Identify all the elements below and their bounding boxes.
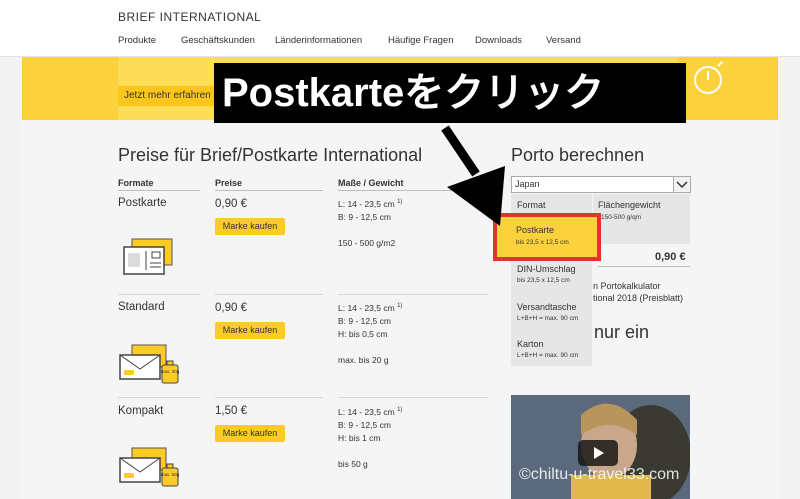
preisblatt-link[interactable]: tional 2018 (Preisblatt) bbox=[593, 293, 683, 303]
dropdown-item-karton-sub: L+B+H = max. 90 cm bbox=[517, 352, 579, 359]
prices-title: Preise für Brief/Postkarte International bbox=[118, 145, 423, 165]
price-postkarte: 0,90 € bbox=[215, 198, 247, 210]
dim-line: B: 9 - 12,5 cm bbox=[338, 315, 391, 326]
letter-weight-icon: max. 20g bbox=[119, 344, 180, 384]
dim-line: L: 14 - 23,5 cm bbox=[338, 198, 395, 209]
stopwatch-icon bbox=[694, 61, 723, 94]
dim-line: B: 9 - 12,5 cm bbox=[338, 211, 391, 222]
nav-laenderinformationen[interactable]: Länderinformationen bbox=[275, 35, 362, 46]
dims-postkarte: L: 14 - 23,5 cm 1) B: 9 - 12,5 cm 150 - … bbox=[338, 196, 402, 250]
format-kompakt: Kompakt bbox=[118, 405, 164, 417]
annotation-label: Postkarteをクリック bbox=[214, 63, 686, 123]
dim-line: max. bis 20 g bbox=[338, 354, 389, 365]
dropdown-item-versandtasche-sub: L+B+H = max. 90 cm bbox=[517, 315, 579, 322]
buy-button-postkarte[interactable]: Marke kaufen bbox=[215, 218, 285, 235]
format-standard: Standard bbox=[118, 301, 165, 313]
portokalkulator-link[interactable]: n Portokalkulator bbox=[593, 281, 661, 291]
footnote-mark: 1) bbox=[397, 199, 403, 205]
buy-button-standard[interactable]: Marke kaufen bbox=[215, 322, 285, 339]
dim-line: 150 - 500 g/m2 bbox=[338, 237, 396, 248]
dims-kompakt: L: 14 - 23,5 cm 1) B: 9 - 12,5 cm H: bis… bbox=[338, 404, 402, 471]
porto-title: Porto berechnen bbox=[511, 145, 645, 165]
postcard-icon bbox=[123, 238, 173, 275]
nav-downloads[interactable]: Downloads bbox=[475, 35, 522, 46]
weight-badge-20g: max. 20g bbox=[161, 369, 180, 374]
format-postkarte: Postkarte bbox=[118, 197, 167, 209]
brand-title[interactable]: BRIEF INTERNATIONAL bbox=[118, 10, 261, 24]
dims-standard: L: 14 - 23,5 cm 1) B: 9 - 12,5 cm H: bis… bbox=[338, 300, 402, 367]
row-divider bbox=[215, 294, 323, 295]
dropdown-item-din-umschlag[interactable]: DIN-Umschlag bbox=[517, 264, 576, 274]
porto-total: 0,90 € bbox=[655, 251, 686, 263]
dim-spacer bbox=[338, 224, 402, 237]
dim-line: L: 14 - 23,5 cm bbox=[338, 302, 395, 313]
price-standard: 0,90 € bbox=[215, 302, 247, 314]
site-header: BRIEF INTERNATIONAL Produkte Geschäftsku… bbox=[0, 0, 800, 57]
dropdown-item-format[interactable]: Format bbox=[517, 200, 546, 210]
dim-line: H: bis 1 cm bbox=[338, 432, 381, 443]
nav-haeufige-fragen[interactable]: Häufige Fragen bbox=[388, 35, 453, 46]
column-header-preise: Preise bbox=[215, 178, 243, 188]
dropdown-item-postkarte-label: Postkarte bbox=[516, 225, 555, 235]
nav-geschaeftskunden[interactable]: Geschäftskunden bbox=[181, 35, 255, 46]
country-select-value: Japan bbox=[515, 179, 540, 189]
footnote-mark: 1) bbox=[397, 303, 403, 309]
dim-spacer bbox=[338, 341, 402, 354]
letter-weight-icon: max. 50g bbox=[119, 447, 180, 487]
flaechengewicht-label: Flächengewicht bbox=[598, 200, 661, 210]
dim-line: B: 9 - 12,5 cm bbox=[338, 419, 391, 430]
video-play-button[interactable] bbox=[578, 440, 618, 466]
row-divider bbox=[215, 397, 323, 398]
row-divider bbox=[338, 294, 488, 295]
copyright-watermark: ©chiltu-u-travel33.com bbox=[519, 466, 680, 483]
dropdown-item-postkarte-sub: bis 23,5 x 12,5 cm bbox=[516, 239, 569, 246]
weight-badge-50g: max. 50g bbox=[161, 472, 180, 477]
buy-button-kompakt[interactable]: Marke kaufen bbox=[215, 425, 285, 442]
dropdown-item-versandtasche[interactable]: Versandtasche bbox=[517, 302, 577, 312]
price-kompakt: 1,50 € bbox=[215, 405, 247, 417]
total-rule bbox=[598, 266, 690, 267]
promo-heading: nur ein bbox=[594, 322, 650, 342]
dropdown-item-postkarte[interactable]: Postkarte bis 23,5 x 12,5 cm bbox=[493, 213, 601, 261]
nav-produkte[interactable]: Produkte bbox=[118, 35, 156, 46]
column-header-masse: Maße / Gewicht bbox=[338, 178, 404, 188]
nav-versand[interactable]: Versand bbox=[546, 35, 581, 46]
row-divider bbox=[118, 294, 200, 295]
header-rule bbox=[338, 190, 488, 191]
dim-line: L: 14 - 23,5 cm bbox=[338, 406, 395, 417]
footnote-mark: 1) bbox=[397, 407, 403, 413]
row-divider bbox=[338, 397, 488, 398]
header-rule bbox=[215, 190, 323, 191]
dropdown-item-karton[interactable]: Karton bbox=[517, 339, 544, 349]
dropdown-item-din-umschlag-sub: bis 23,5 x 12,5 cm bbox=[517, 277, 570, 284]
dim-line: bis 50 g bbox=[338, 458, 368, 469]
row-divider bbox=[118, 397, 200, 398]
flaechengewicht-value: 150-500 g/qm bbox=[601, 214, 642, 221]
dim-line: H: bis 0,5 cm bbox=[338, 328, 388, 339]
chevron-down-icon[interactable] bbox=[673, 177, 690, 192]
column-header-formate: Formate bbox=[118, 178, 154, 188]
dim-spacer bbox=[338, 445, 402, 458]
country-select[interactable]: Japan bbox=[511, 176, 691, 193]
header-rule bbox=[118, 190, 200, 191]
banner-cta-button[interactable]: Jetzt mehr erfahren bbox=[118, 86, 228, 106]
